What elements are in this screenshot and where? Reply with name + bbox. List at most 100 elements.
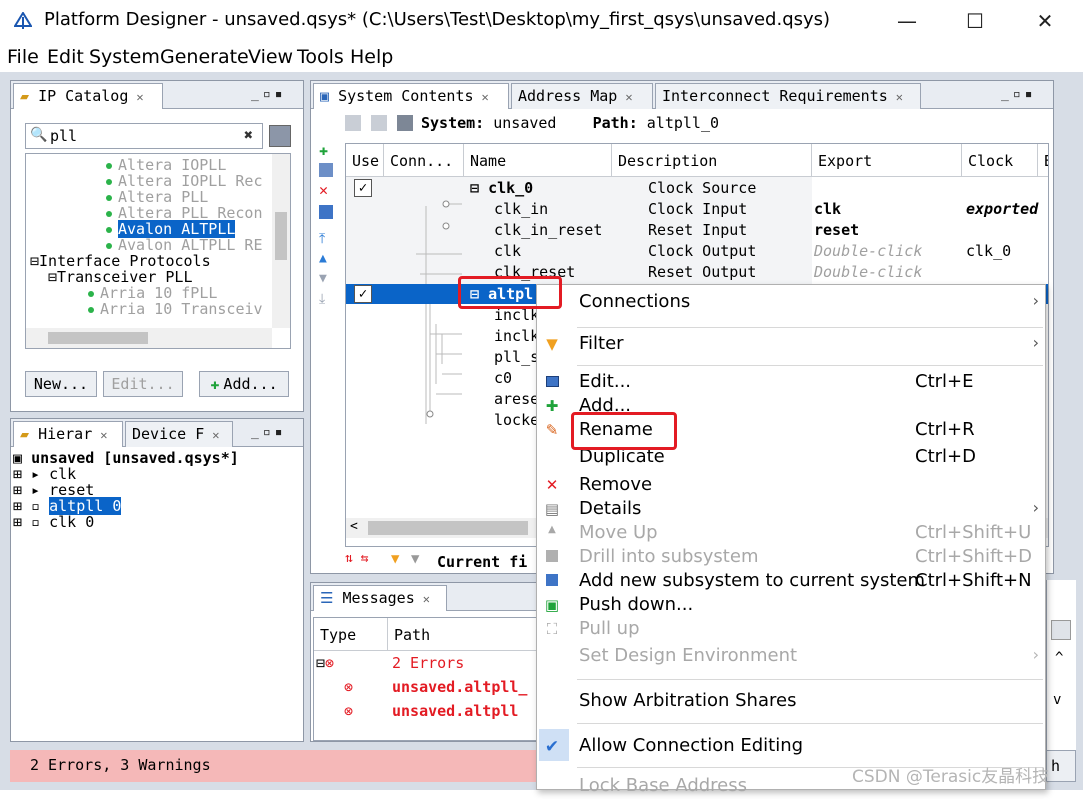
menu-item-move-up[interactable]: ▲ Move Up Ctrl+Shift+U bbox=[537, 522, 1045, 546]
column-header-connections[interactable]: Conn... bbox=[384, 144, 464, 176]
filter-toggle-icon[interactable]: ⇅ ⇆ bbox=[345, 551, 368, 566]
menu-tools[interactable]: Tools bbox=[297, 46, 344, 68]
hierarchy-item[interactable]: ⊞ ▫ clk 0 bbox=[13, 513, 94, 531]
tab-hierarchy[interactable]: ▰ Hierar ✕ bbox=[13, 421, 123, 447]
edit-button[interactable]: Edit... bbox=[103, 371, 183, 397]
menu-generate[interactable]: Generate bbox=[160, 46, 249, 68]
minimize-button[interactable]: — bbox=[884, 0, 930, 42]
status-button[interactable]: h bbox=[1046, 750, 1076, 782]
scroll-thumb[interactable] bbox=[48, 332, 148, 344]
horizontal-scrollbar[interactable] bbox=[26, 328, 272, 348]
settings-icon[interactable] bbox=[269, 125, 291, 147]
nav-home-icon[interactable] bbox=[371, 115, 387, 131]
export-cell[interactable]: Double-click bbox=[814, 263, 922, 281]
scroll-up-icon[interactable]: ^ bbox=[1055, 650, 1063, 666]
status-text[interactable]: 2 Errors, 3 Warnings bbox=[30, 756, 211, 774]
close-icon[interactable]: ✕ bbox=[423, 592, 430, 606]
menu-item-show-arbitration-shares[interactable]: Show Arbitration Shares bbox=[537, 690, 1045, 714]
menu-item-add-subsystem[interactable]: Add new subsystem to current system Ctrl+… bbox=[537, 570, 1045, 594]
move-down-icon[interactable]: ▼ bbox=[319, 271, 327, 286]
edit-icon[interactable] bbox=[319, 205, 333, 219]
menu-item-pull-up[interactable]: ⛶ Pull up bbox=[537, 618, 1045, 642]
new-button[interactable]: New... bbox=[25, 371, 97, 397]
tab-device-family[interactable]: Device F ✕ bbox=[125, 421, 233, 447]
export-cell[interactable]: reset bbox=[814, 221, 859, 239]
interface-name[interactable]: locke bbox=[494, 411, 539, 429]
panel-window-controls[interactable]: _▫▪ bbox=[251, 87, 286, 102]
message-row[interactable]: unsaved.altpll_ bbox=[392, 678, 527, 696]
clear-filter-icon[interactable]: ▼ bbox=[411, 551, 419, 567]
move-top-icon[interactable]: ⤒ bbox=[319, 231, 325, 247]
close-icon[interactable]: ✕ bbox=[896, 90, 903, 104]
close-icon[interactable]: ✕ bbox=[482, 90, 489, 104]
column-header-base[interactable]: Base bbox=[1038, 144, 1048, 176]
use-checkbox[interactable]: ✓ bbox=[354, 284, 372, 303]
export-cell[interactable]: Double-click bbox=[814, 242, 922, 260]
message-group-label[interactable]: 2 Errors bbox=[392, 654, 464, 672]
menu-help[interactable]: Help bbox=[350, 46, 393, 68]
tab-interconnect-requirements[interactable]: Interconnect Requirements ✕ bbox=[655, 83, 921, 109]
search-input[interactable]: pll bbox=[50, 127, 77, 145]
message-row[interactable]: unsaved.altpll bbox=[392, 702, 518, 720]
menu-edit[interactable]: Edit bbox=[47, 46, 84, 68]
scroll-down-icon[interactable]: v bbox=[1053, 692, 1061, 708]
interface-name[interactable]: clk bbox=[494, 242, 521, 260]
interface-name[interactable]: inclk bbox=[494, 327, 539, 345]
add-icon[interactable]: ✚ bbox=[319, 141, 328, 159]
filter-icon[interactable]: ▼ bbox=[391, 551, 399, 567]
clear-search-icon[interactable]: ✖ bbox=[244, 126, 253, 144]
subsystem-icon[interactable] bbox=[319, 163, 333, 177]
scroll-thumb[interactable] bbox=[368, 521, 528, 535]
column-header-description[interactable]: Description bbox=[612, 144, 812, 176]
menu-system[interactable]: System bbox=[89, 46, 160, 68]
maximize-button[interactable]: ☐ bbox=[952, 0, 998, 42]
close-button[interactable]: ✕ bbox=[1022, 0, 1068, 42]
menu-item-remove[interactable]: ✕ Remove bbox=[537, 474, 1045, 498]
tab-address-map[interactable]: Address Map ✕ bbox=[511, 83, 653, 109]
menu-view[interactable]: View bbox=[248, 46, 293, 68]
message-group[interactable]: ⊟⊗ bbox=[316, 654, 334, 672]
close-icon[interactable]: ✕ bbox=[136, 90, 143, 104]
tab-system-contents[interactable]: ▣ System Contents ✕ bbox=[313, 83, 509, 109]
menu-item-allow-connection-editing[interactable]: ✔ Allow Connection Editing bbox=[537, 735, 1045, 759]
interface-name[interactable]: c0 bbox=[494, 369, 512, 387]
column-header-path[interactable]: Path bbox=[388, 618, 548, 650]
menu-item-set-design-environment[interactable]: Set Design Environment › bbox=[537, 645, 1045, 669]
move-bottom-icon[interactable]: ⤓ bbox=[319, 291, 325, 307]
tree-item[interactable]: Arria 10 Transceiv bbox=[88, 300, 263, 318]
close-icon[interactable]: ✕ bbox=[100, 428, 107, 442]
menu-item-push-down[interactable]: ▣ Push down... bbox=[537, 594, 1045, 618]
column-header-clock[interactable]: Clock bbox=[962, 144, 1038, 176]
tab-messages[interactable]: ☰ Messages ✕ bbox=[313, 585, 447, 611]
move-up-icon[interactable]: ▲ bbox=[319, 251, 327, 266]
interface-name[interactable]: clk_in bbox=[494, 200, 548, 218]
close-icon[interactable]: ✕ bbox=[625, 90, 632, 104]
scroll-thumb[interactable] bbox=[275, 212, 287, 260]
export-cell[interactable]: clk bbox=[814, 200, 841, 218]
remove-icon[interactable]: ✕ bbox=[319, 181, 328, 199]
menu-item-connections[interactable]: Connections › bbox=[537, 291, 1045, 315]
panel-window-controls[interactable]: _▫▪ bbox=[1001, 87, 1036, 102]
menu-item-edit[interactable]: Edit... Ctrl+E bbox=[537, 371, 1045, 395]
column-header-name[interactable]: Name bbox=[464, 144, 612, 176]
menu-file[interactable]: File bbox=[7, 46, 39, 68]
interface-name[interactable]: clk_in_reset bbox=[494, 221, 602, 239]
column-header-type[interactable]: Type bbox=[314, 618, 388, 650]
panel-window-controls[interactable]: _▫▪ bbox=[251, 425, 286, 440]
vertical-scrollbar[interactable] bbox=[272, 154, 290, 328]
search-field[interactable]: 🔍 pll ✖ bbox=[25, 123, 263, 149]
add-button[interactable]: ✚ Add... bbox=[199, 371, 289, 397]
clock-cell[interactable]: exported bbox=[966, 200, 1038, 218]
menu-item-filter[interactable]: ▼ Filter › bbox=[537, 333, 1045, 357]
clock-cell[interactable]: clk_0 bbox=[966, 242, 1011, 260]
component-row-name[interactable]: ⊟ clk_0 bbox=[470, 179, 533, 197]
column-header-use[interactable]: Use bbox=[346, 144, 384, 176]
close-icon[interactable]: ✕ bbox=[212, 428, 219, 442]
menu-item-details[interactable]: ▤ Details › bbox=[537, 498, 1045, 522]
tab-ip-catalog[interactable]: ▰ IP Catalog ✕ bbox=[13, 83, 163, 109]
menu-item-drill-into-subsystem[interactable]: Drill into subsystem Ctrl+Shift+D bbox=[537, 546, 1045, 570]
nav-up-icon[interactable] bbox=[345, 115, 361, 131]
interface-name[interactable]: pll_s bbox=[494, 348, 539, 366]
use-checkbox[interactable]: ✓ bbox=[354, 178, 372, 197]
filter-settings-icon[interactable] bbox=[1051, 620, 1071, 640]
